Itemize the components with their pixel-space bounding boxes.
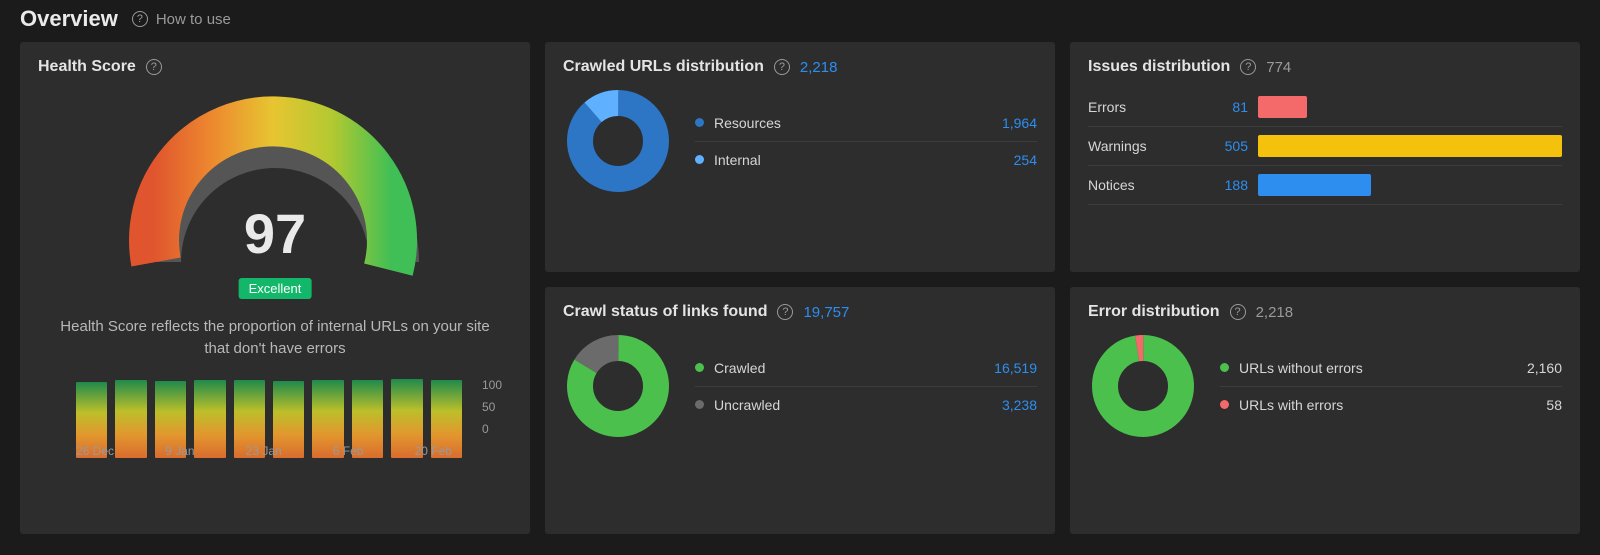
card-title: Crawled URLs distribution	[563, 58, 764, 76]
issue-bar-track	[1258, 174, 1562, 196]
legend-label: Crawled	[714, 360, 984, 376]
legend-crawled-urls: Resources 1,964 Internal 254	[695, 105, 1037, 178]
question-icon[interactable]: ?	[1240, 59, 1256, 75]
health-score-value: 97	[105, 201, 445, 266]
issue-bar	[1258, 135, 1562, 157]
spark-xtick: 23 Jan	[246, 444, 282, 458]
spark-xtick: 20 Feb	[415, 444, 452, 458]
spark-ytick: 0	[482, 422, 489, 436]
legend-value: 58	[1546, 397, 1562, 413]
legend-label: Uncrawled	[714, 397, 992, 413]
legend-label: Internal	[714, 152, 1004, 168]
card-crawled-urls: Crawled URLs distribution ? 2,218 Resour…	[545, 42, 1055, 272]
legend-row[interactable]: URLs with errors 58	[1220, 386, 1562, 423]
legend-value: 2,160	[1527, 360, 1562, 376]
question-icon[interactable]: ?	[774, 59, 790, 75]
issue-bar-track	[1258, 96, 1562, 118]
issues-rows: Errors 81 Warnings 505 Notices 188	[1088, 88, 1562, 205]
legend-row[interactable]: Resources 1,964	[695, 105, 1037, 141]
legend-error-dist: URLs without errors 2,160 URLs with errors…	[1220, 350, 1562, 423]
issue-label: Warnings	[1088, 138, 1183, 154]
question-icon[interactable]: ?	[146, 59, 162, 75]
issue-bar-track	[1258, 135, 1562, 157]
legend-row[interactable]: Uncrawled 3,238	[695, 386, 1037, 423]
donut-crawl-status	[563, 331, 673, 441]
legend-row[interactable]: Internal 254	[695, 141, 1037, 178]
issue-bar	[1258, 174, 1371, 196]
legend-value: 3,238	[1002, 397, 1037, 413]
issue-count: 505	[1193, 138, 1248, 154]
card-total[interactable]: 2,218	[800, 59, 838, 76]
legend-label: URLs with errors	[1239, 397, 1536, 413]
health-gauge: 97 Excellent	[105, 92, 445, 312]
question-icon[interactable]: ?	[1230, 304, 1246, 320]
legend-value: 254	[1014, 152, 1037, 168]
spark-xtick: 9 Jan	[165, 444, 194, 458]
issue-label: Errors	[1088, 99, 1183, 115]
card-crawl-status: Crawl status of links found ? 19,757 Cra…	[545, 287, 1055, 534]
page-title: Overview	[20, 6, 118, 32]
how-to-use-label: How to use	[156, 11, 231, 28]
issue-row[interactable]: Warnings 505	[1088, 127, 1562, 166]
spark-xaxis: 26 Dec 9 Jan 23 Jan 6 Feb 20 Feb	[76, 444, 452, 458]
legend-crawl-status: Crawled 16,519 Uncrawled 3,238	[695, 350, 1037, 423]
card-health-score: Health Score ?	[20, 42, 530, 534]
card-total[interactable]: 19,757	[803, 304, 849, 321]
legend-color-dot	[1220, 363, 1229, 372]
issue-row[interactable]: Errors 81	[1088, 88, 1562, 127]
card-title: Error distribution	[1088, 303, 1220, 321]
legend-value: 16,519	[994, 360, 1037, 376]
page-header: Overview ? How to use	[20, 6, 1580, 32]
legend-value: 1,964	[1002, 115, 1037, 131]
card-title: Crawl status of links found	[563, 303, 767, 321]
legend-color-dot	[695, 118, 704, 127]
issue-label: Notices	[1088, 177, 1183, 193]
spark-xtick: 26 Dec	[76, 444, 114, 458]
spark-yaxis: 100 50 0	[482, 378, 502, 436]
legend-label: URLs without errors	[1239, 360, 1517, 376]
health-history-chart: 100 50 0 26 Dec 9 Jan 23 Jan 6 Feb 20 Feb	[38, 378, 512, 458]
card-title: Health Score	[38, 58, 136, 76]
issue-count: 188	[1193, 177, 1248, 193]
legend-color-dot	[695, 155, 704, 164]
legend-label: Resources	[714, 115, 992, 131]
legend-color-dot	[1220, 400, 1229, 409]
spark-ytick: 100	[482, 378, 502, 392]
health-description: Health Score reflects the proportion of …	[60, 316, 490, 360]
card-issues-distribution: Issues distribution ? 774 Errors 81 Warnin…	[1070, 42, 1580, 272]
card-title: Issues distribution	[1088, 58, 1230, 76]
card-total: 774	[1266, 59, 1291, 76]
legend-color-dot	[695, 363, 704, 372]
spark-xtick: 6 Feb	[333, 444, 364, 458]
card-error-distribution: Error distribution ? 2,218 URLs without …	[1070, 287, 1580, 534]
legend-color-dot	[695, 400, 704, 409]
legend-row[interactable]: URLs without errors 2,160	[1220, 350, 1562, 386]
legend-row[interactable]: Crawled 16,519	[695, 350, 1037, 386]
question-icon[interactable]: ?	[777, 304, 793, 320]
donut-error-dist	[1088, 331, 1198, 441]
how-to-use-link[interactable]: ? How to use	[132, 11, 231, 28]
donut-crawled-urls	[563, 86, 673, 196]
health-score-badge: Excellent	[239, 278, 312, 299]
issue-row[interactable]: Notices 188	[1088, 166, 1562, 205]
spark-ytick: 50	[482, 400, 495, 414]
card-total: 2,218	[1256, 304, 1294, 321]
issue-bar	[1258, 96, 1307, 118]
issue-count: 81	[1193, 99, 1248, 115]
question-icon: ?	[132, 11, 148, 27]
